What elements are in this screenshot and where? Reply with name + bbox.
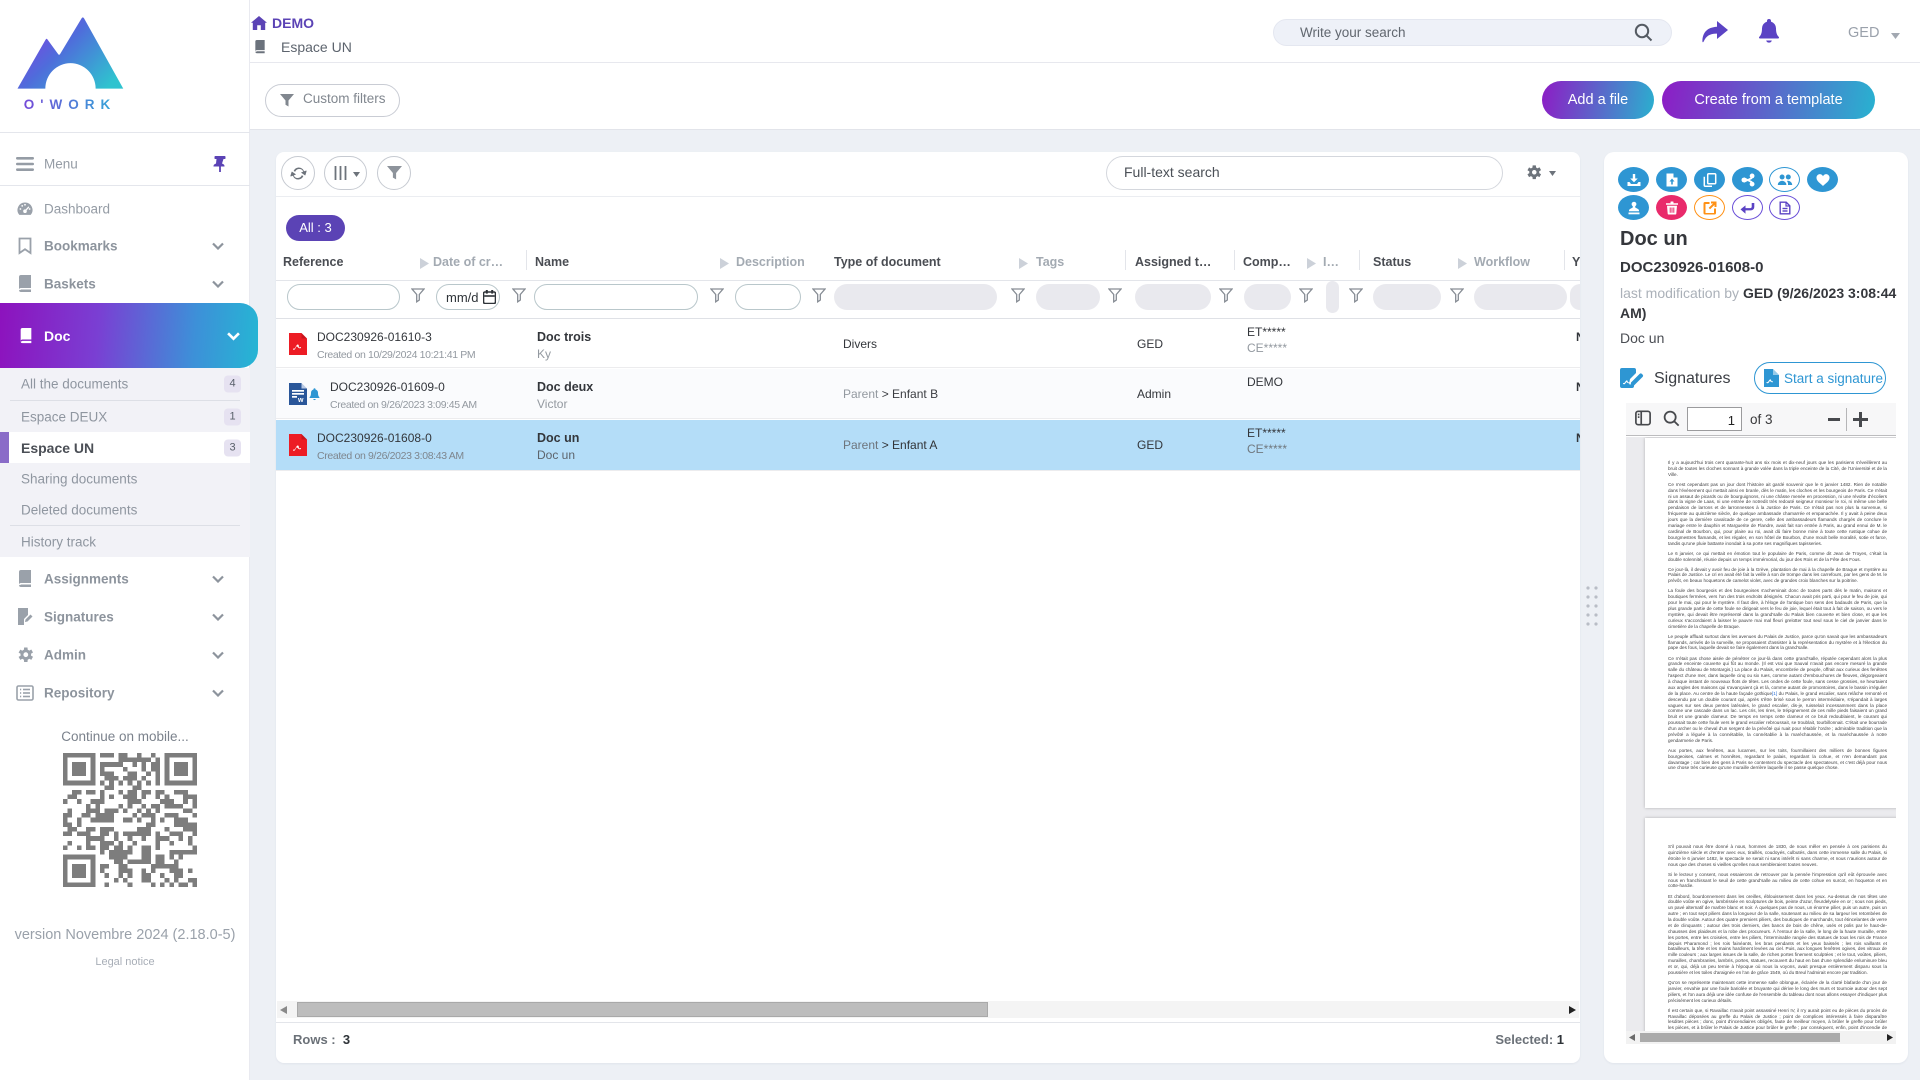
svg-text:w: w (297, 397, 304, 404)
